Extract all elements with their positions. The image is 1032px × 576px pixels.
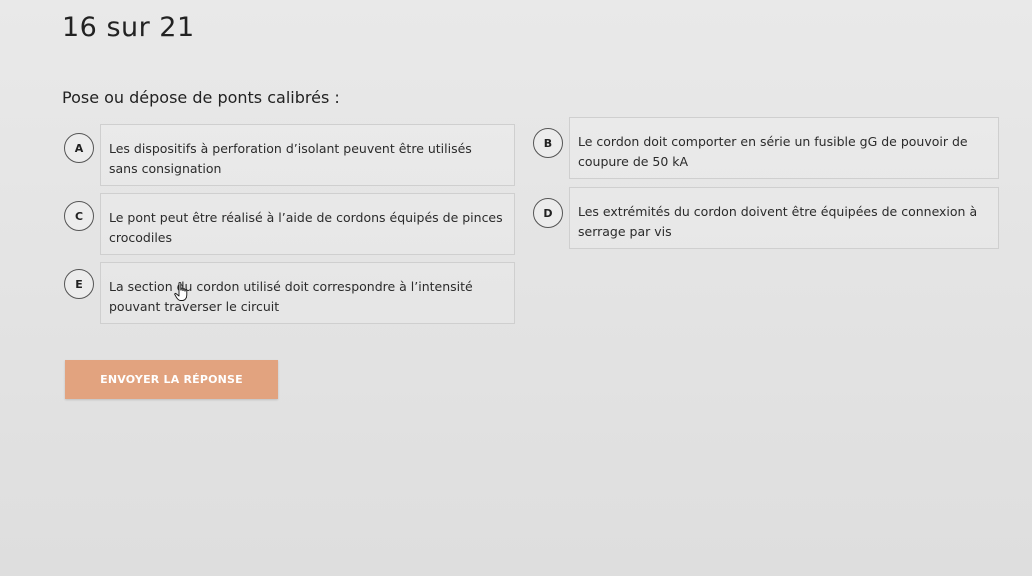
option-a-letter-badge[interactable]: A (64, 133, 94, 163)
option-a[interactable]: Les dispositifs à perforation d’isolant … (100, 124, 515, 186)
option-b-letter-badge[interactable]: B (533, 128, 563, 158)
question-title: Pose ou dépose de ponts calibrés : (62, 88, 340, 107)
option-e-text: La section du cordon utilisé doit corres… (109, 279, 473, 314)
option-c-letter-badge[interactable]: C (64, 201, 94, 231)
option-c-text: Le pont peut être réalisé à l’aide de co… (109, 210, 503, 245)
option-a-text: Les dispositifs à perforation d’isolant … (109, 141, 472, 176)
option-b[interactable]: Le cordon doit comporter en série un fus… (569, 117, 999, 179)
option-c[interactable]: Le pont peut être réalisé à l’aide de co… (100, 193, 515, 255)
submit-answer-button[interactable]: ENVOYER LA RÉPONSE (65, 360, 278, 399)
option-d-text: Les extrémités du cordon doivent être éq… (578, 204, 978, 239)
option-d[interactable]: Les extrémités du cordon doivent être éq… (569, 187, 999, 249)
option-d-letter-badge[interactable]: D (533, 198, 563, 228)
option-e-letter-badge[interactable]: E (64, 269, 94, 299)
option-b-text: Le cordon doit comporter en série un fus… (578, 134, 968, 169)
option-e[interactable]: La section du cordon utilisé doit corres… (100, 262, 515, 324)
question-counter: 16 sur 21 (62, 12, 195, 43)
